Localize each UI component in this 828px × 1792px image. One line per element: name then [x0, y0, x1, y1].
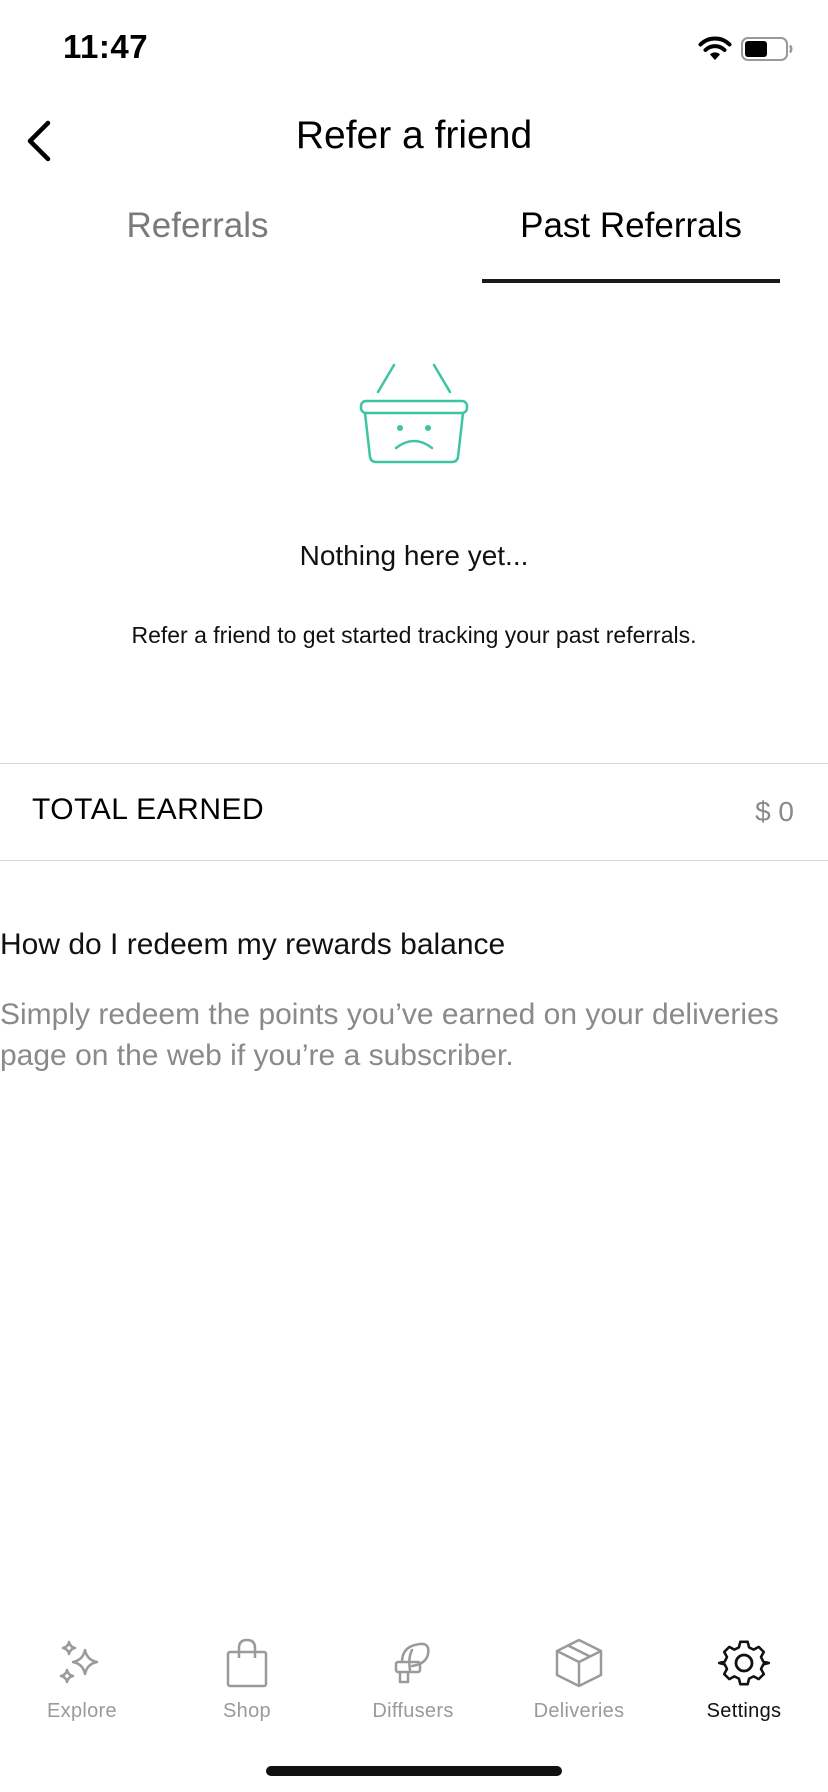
wifi-icon	[698, 36, 732, 60]
total-earned-label: TOTAL EARNED	[32, 793, 265, 826]
gear-icon	[717, 1640, 771, 1686]
shopping-bag-icon	[226, 1638, 268, 1688]
battery-icon	[741, 37, 793, 61]
empty-state-description: Refer a friend to get started tracking y…	[131, 622, 697, 648]
status-time: 11:47	[63, 28, 149, 65]
tabbar-settings[interactable]: Settings	[669, 1636, 819, 1723]
box-icon	[555, 1638, 603, 1688]
tabbar-label: Shop	[223, 1700, 271, 1722]
page-title: Refer a friend	[295, 114, 533, 157]
faq-question: How do I redeem my rewards balance	[0, 928, 506, 961]
divider	[0, 763, 828, 764]
sad-basket-icon	[359, 363, 469, 464]
tabbar-explore[interactable]: Explore	[7, 1636, 157, 1723]
empty-state-title: Nothing here yet...	[299, 540, 529, 571]
tab-past-referrals[interactable]: Past Referrals	[482, 204, 780, 284]
tabbar-shop[interactable]: Shop	[172, 1636, 322, 1723]
faq-answer: Simply redeem the points you’ve earned o…	[0, 998, 779, 1072]
sparkles-icon	[59, 1640, 99, 1684]
tabbar-diffusers[interactable]: Diffusers	[338, 1636, 488, 1723]
tabbar-label: Deliveries	[533, 1700, 625, 1722]
diffuser-icon	[394, 1642, 430, 1684]
tabbar-label: Settings	[706, 1700, 782, 1722]
tab-referrals[interactable]: Referrals	[60, 204, 335, 284]
tabbar-deliveries[interactable]: Deliveries	[504, 1636, 654, 1723]
active-tab-indicator	[482, 279, 780, 283]
total-earned-value: $ 0	[755, 796, 794, 827]
tabbar-label: Explore	[47, 1700, 117, 1722]
home-indicator	[266, 1766, 562, 1776]
tabbar-label: Diffusers	[372, 1700, 454, 1722]
divider	[0, 860, 828, 861]
